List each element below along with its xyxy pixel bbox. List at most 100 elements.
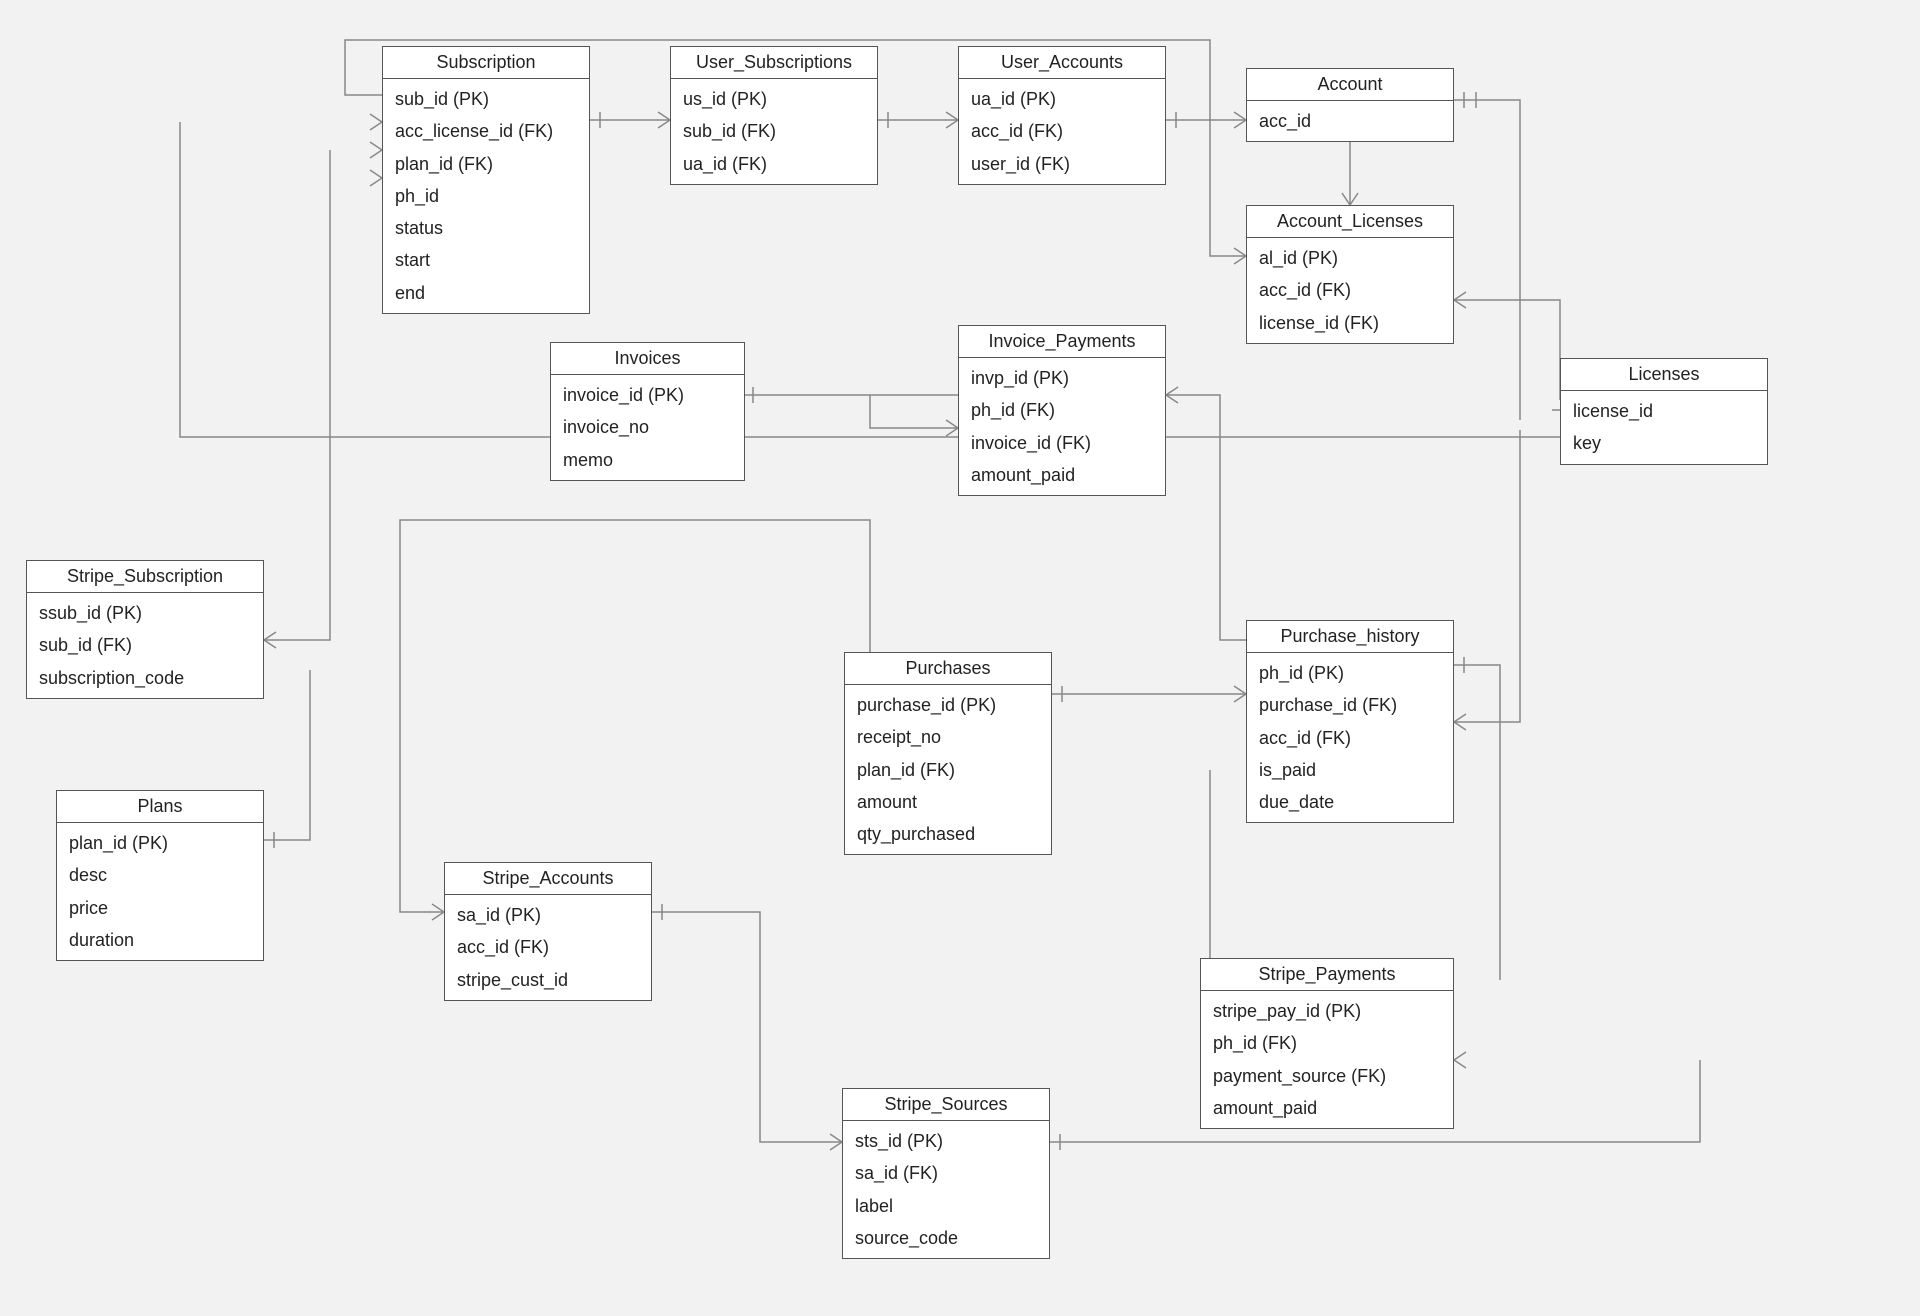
field: ua_id (FK): [671, 148, 877, 180]
field: license_id (FK): [1247, 307, 1453, 339]
field: ph_id (PK): [1247, 657, 1453, 689]
field: stripe_cust_id: [445, 964, 651, 996]
field: invoice_id (FK): [959, 427, 1165, 459]
field: start: [383, 244, 589, 276]
entity-fields: invp_id (PK) ph_id (FK) invoice_id (FK) …: [959, 358, 1165, 495]
entity-fields: invoice_id (PK) invoice_no memo: [551, 375, 744, 480]
entity-title: Stripe_Sources: [843, 1089, 1049, 1121]
entity-fields: stripe_pay_id (PK) ph_id (FK) payment_so…: [1201, 991, 1453, 1128]
field: sub_id (FK): [671, 115, 877, 147]
field: acc_id (FK): [445, 931, 651, 963]
field: ua_id (PK): [959, 83, 1165, 115]
field: key: [1561, 427, 1767, 459]
field: sa_id (PK): [445, 899, 651, 931]
field: ph_id (FK): [959, 394, 1165, 426]
entity-title: Invoice_Payments: [959, 326, 1165, 358]
entity-title: Account_Licenses: [1247, 206, 1453, 238]
field: receipt_no: [845, 721, 1051, 753]
field: stripe_pay_id (PK): [1201, 995, 1453, 1027]
entity-fields: sts_id (PK) sa_id (FK) label source_code: [843, 1121, 1049, 1258]
entity-fields: purchase_id (PK) receipt_no plan_id (FK)…: [845, 685, 1051, 854]
entity-title: Account: [1247, 69, 1453, 101]
field: qty_purchased: [845, 818, 1051, 850]
entity-title: Stripe_Subscription: [27, 561, 263, 593]
field: sts_id (PK): [843, 1125, 1049, 1157]
field: amount_paid: [959, 459, 1165, 491]
field: al_id (PK): [1247, 242, 1453, 274]
entity-invoices[interactable]: Invoices invoice_id (PK) invoice_no memo: [550, 342, 745, 481]
entity-title: Invoices: [551, 343, 744, 375]
entity-account-licenses[interactable]: Account_Licenses al_id (PK) acc_id (FK) …: [1246, 205, 1454, 344]
field: user_id (FK): [959, 148, 1165, 180]
field: plan_id (FK): [845, 754, 1051, 786]
field: plan_id (FK): [383, 148, 589, 180]
entity-fields: sub_id (PK) acc_license_id (FK) plan_id …: [383, 79, 589, 313]
entity-user-subscriptions[interactable]: User_Subscriptions us_id (PK) sub_id (FK…: [670, 46, 878, 185]
field: duration: [57, 924, 263, 956]
entity-stripe-accounts[interactable]: Stripe_Accounts sa_id (PK) acc_id (FK) s…: [444, 862, 652, 1001]
field: is_paid: [1247, 754, 1453, 786]
field: acc_id (FK): [1247, 274, 1453, 306]
field: memo: [551, 444, 744, 476]
entity-user-accounts[interactable]: User_Accounts ua_id (PK) acc_id (FK) use…: [958, 46, 1166, 185]
entity-title: Plans: [57, 791, 263, 823]
field: price: [57, 892, 263, 924]
field: license_id: [1561, 395, 1767, 427]
entity-fields: acc_id: [1247, 101, 1453, 141]
entity-purchases[interactable]: Purchases purchase_id (PK) receipt_no pl…: [844, 652, 1052, 855]
field: label: [843, 1190, 1049, 1222]
entity-fields: us_id (PK) sub_id (FK) ua_id (FK): [671, 79, 877, 184]
entity-title: User_Subscriptions: [671, 47, 877, 79]
entity-stripe-payments[interactable]: Stripe_Payments stripe_pay_id (PK) ph_id…: [1200, 958, 1454, 1129]
field: plan_id (PK): [57, 827, 263, 859]
entity-fields: sa_id (PK) acc_id (FK) stripe_cust_id: [445, 895, 651, 1000]
field: acc_id (FK): [1247, 722, 1453, 754]
field: invoice_no: [551, 411, 744, 443]
entity-title: User_Accounts: [959, 47, 1165, 79]
field: end: [383, 277, 589, 309]
entity-fields: license_id key: [1561, 391, 1767, 464]
field: payment_source (FK): [1201, 1060, 1453, 1092]
field: ph_id: [383, 180, 589, 212]
entity-stripe-sources[interactable]: Stripe_Sources sts_id (PK) sa_id (FK) la…: [842, 1088, 1050, 1259]
field: acc_id: [1247, 105, 1453, 137]
field: ph_id (FK): [1201, 1027, 1453, 1059]
field: sa_id (FK): [843, 1157, 1049, 1189]
field: source_code: [843, 1222, 1049, 1254]
entity-title: Stripe_Accounts: [445, 863, 651, 895]
field: ssub_id (PK): [27, 597, 263, 629]
field: us_id (PK): [671, 83, 877, 115]
entity-fields: ph_id (PK) purchase_id (FK) acc_id (FK) …: [1247, 653, 1453, 822]
entity-fields: ua_id (PK) acc_id (FK) user_id (FK): [959, 79, 1165, 184]
entity-subscription[interactable]: Subscription sub_id (PK) acc_license_id …: [382, 46, 590, 314]
field: invoice_id (PK): [551, 379, 744, 411]
entity-title: Stripe_Payments: [1201, 959, 1453, 991]
erd-canvas: Subscription sub_id (PK) acc_license_id …: [0, 0, 1920, 1316]
field: acc_license_id (FK): [383, 115, 589, 147]
entity-account[interactable]: Account acc_id: [1246, 68, 1454, 142]
entity-title: Subscription: [383, 47, 589, 79]
entity-fields: al_id (PK) acc_id (FK) license_id (FK): [1247, 238, 1453, 343]
entity-title: Purchase_history: [1247, 621, 1453, 653]
field: sub_id (PK): [383, 83, 589, 115]
entity-stripe-subscription[interactable]: Stripe_Subscription ssub_id (PK) sub_id …: [26, 560, 264, 699]
field: purchase_id (FK): [1247, 689, 1453, 721]
entity-title: Licenses: [1561, 359, 1767, 391]
field: amount: [845, 786, 1051, 818]
field: status: [383, 212, 589, 244]
entity-fields: ssub_id (PK) sub_id (FK) subscription_co…: [27, 593, 263, 698]
field: invp_id (PK): [959, 362, 1165, 394]
field: sub_id (FK): [27, 629, 263, 661]
field: subscription_code: [27, 662, 263, 694]
entity-plans[interactable]: Plans plan_id (PK) desc price duration: [56, 790, 264, 961]
entity-title: Purchases: [845, 653, 1051, 685]
field: acc_id (FK): [959, 115, 1165, 147]
field: purchase_id (PK): [845, 689, 1051, 721]
field: due_date: [1247, 786, 1453, 818]
entity-invoice-payments[interactable]: Invoice_Payments invp_id (PK) ph_id (FK)…: [958, 325, 1166, 496]
entity-fields: plan_id (PK) desc price duration: [57, 823, 263, 960]
entity-purchase-history[interactable]: Purchase_history ph_id (PK) purchase_id …: [1246, 620, 1454, 823]
entity-licenses[interactable]: Licenses license_id key: [1560, 358, 1768, 465]
field: amount_paid: [1201, 1092, 1453, 1124]
field: desc: [57, 859, 263, 891]
